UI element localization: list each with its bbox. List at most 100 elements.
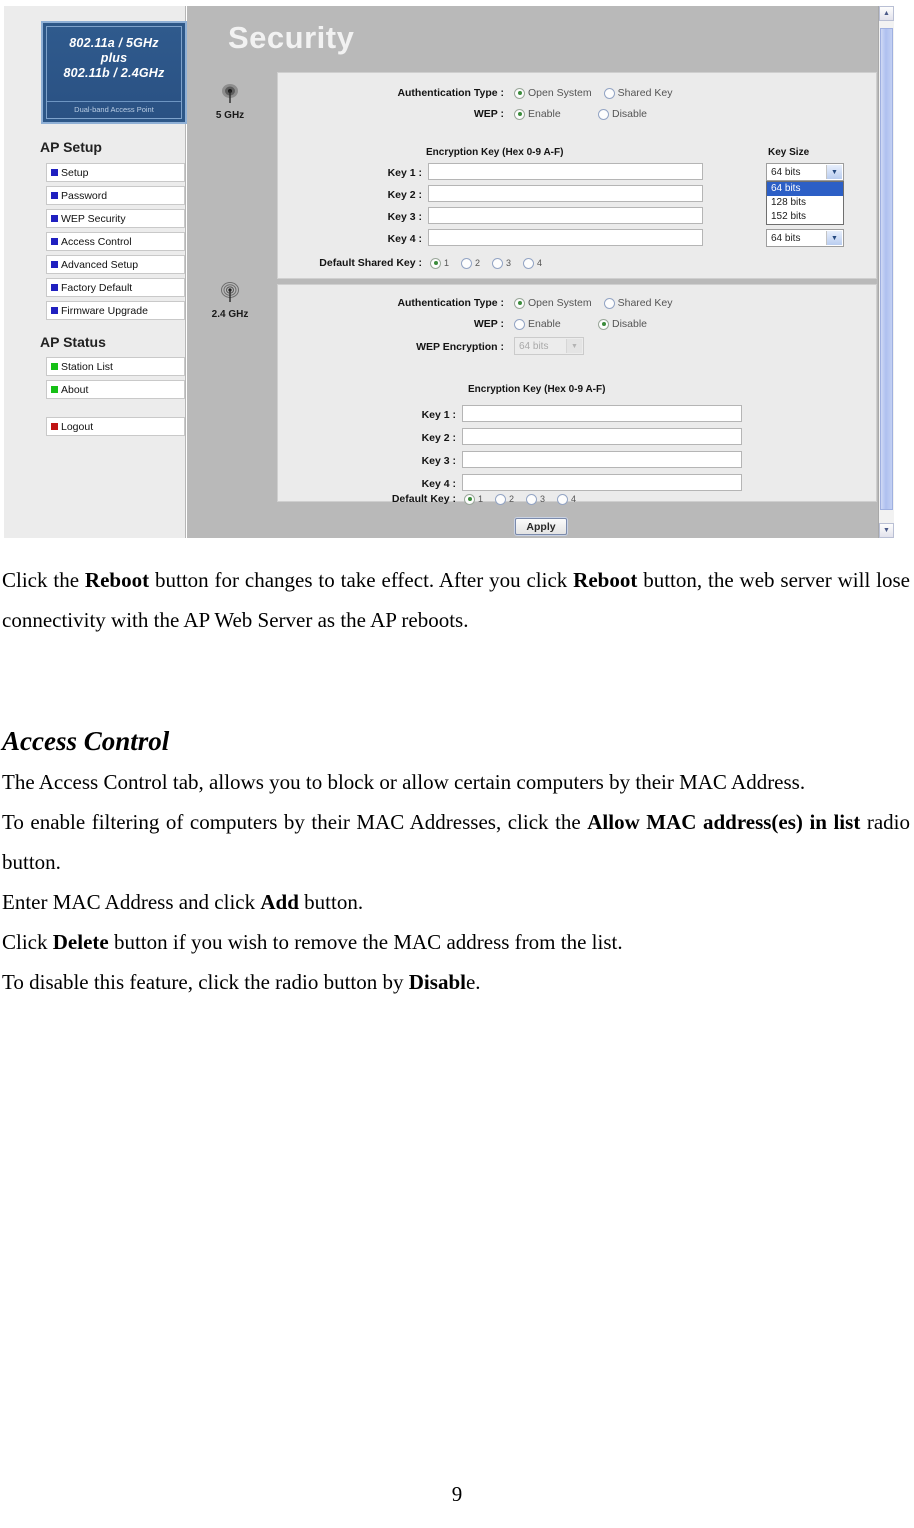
- key-size-dropdown-open-5ghz[interactable]: 64 bits 128 bits 152 bits: [766, 181, 844, 225]
- page-title: Security: [228, 20, 355, 55]
- radio-default-key-2-5ghz[interactable]: 2: [461, 257, 492, 269]
- key1-input-5ghz[interactable]: [428, 163, 703, 180]
- scrollbar-thumb[interactable]: [880, 28, 893, 510]
- key2-input-24ghz[interactable]: [462, 428, 742, 445]
- radio-default-key-1-24ghz[interactable]: 1: [464, 493, 495, 505]
- vertical-scrollbar[interactable]: ▲ ▼: [878, 6, 894, 538]
- scroll-down-icon[interactable]: ▼: [879, 523, 894, 538]
- default-shared-key-label: Default Shared Key :: [319, 257, 422, 269]
- text-run: To enable filtering of computers by thei…: [2, 810, 588, 834]
- wep-label: WEP :: [473, 318, 504, 330]
- band-label: 2.4 GHz: [211, 309, 249, 320]
- key2-label-24ghz: Key 2 :: [421, 432, 456, 444]
- dropdown-option-128bits[interactable]: 128 bits: [767, 196, 843, 210]
- key3-input-5ghz[interactable]: [428, 207, 703, 224]
- key-size-header-5ghz: Key Size: [768, 147, 810, 158]
- sidebar-item-logout[interactable]: Logout: [46, 417, 185, 436]
- key1-size-select-5ghz[interactable]: 64 bits ▼: [766, 163, 844, 181]
- text-run: To disable this feature, click the radio…: [2, 970, 409, 994]
- sidebar-item-wep-security[interactable]: WEP Security: [46, 209, 185, 228]
- sidebar-section-ap-status-title: AP Status: [40, 334, 106, 350]
- sidebar-item-label: Setup: [61, 166, 89, 179]
- radio-default-key-2-24ghz[interactable]: 2: [495, 493, 526, 505]
- wep-encryption-select-24ghz[interactable]: 64 bits ▼: [514, 337, 584, 355]
- text-run: Click: [2, 930, 53, 954]
- sidebar-item-password[interactable]: Password: [46, 186, 185, 205]
- key1-label-24ghz: Key 1 :: [421, 409, 456, 421]
- radio-default-key-4-24ghz[interactable]: 4: [557, 493, 588, 505]
- auth-type-label: Authentication Type :: [397, 297, 504, 309]
- radio-wep-disable-24ghz[interactable]: Disable: [598, 318, 647, 330]
- chevron-down-icon: ▼: [566, 339, 582, 353]
- product-logo: 802.11a / 5GHz plus 802.11b / 2.4GHz Dua…: [41, 21, 187, 124]
- text-run: e.: [465, 970, 481, 994]
- sidebar-item-advanced-setup[interactable]: Advanced Setup: [46, 255, 185, 274]
- radio-default-key-4-5ghz[interactable]: 4: [523, 257, 554, 269]
- sidebar-item-firmware-upgrade[interactable]: Firmware Upgrade: [46, 301, 185, 320]
- radio-wep-enable-24ghz[interactable]: Enable: [514, 318, 598, 330]
- sidebar-item-about[interactable]: About: [46, 380, 185, 399]
- radio-shared-key-24ghz[interactable]: Shared Key: [603, 297, 673, 309]
- row-default-shared-key-5ghz: Default Shared Key : 1 2 3 4: [278, 257, 858, 269]
- sidebar-item-label: Password: [61, 189, 108, 202]
- bullet-icon: [51, 386, 58, 393]
- radio-label: 3: [506, 258, 512, 268]
- radio-open-system-5ghz[interactable]: Open System: [514, 87, 592, 99]
- apply-button[interactable]: Apply: [515, 518, 567, 535]
- dropdown-option-64bits[interactable]: 64 bits: [767, 182, 843, 196]
- antenna-icon: [217, 82, 243, 108]
- key4-size-select-5ghz[interactable]: 64 bits ▼: [766, 229, 844, 247]
- scroll-up-icon[interactable]: ▲: [879, 6, 894, 21]
- sidebar: 802.11a / 5GHz plus 802.11b / 2.4GHz Dua…: [4, 6, 187, 538]
- page-number: 9: [451, 1482, 463, 1506]
- radio-shared-key-5ghz[interactable]: Shared Key: [603, 87, 673, 99]
- sidebar-item-station-list[interactable]: Station List: [46, 357, 185, 376]
- sidebar-item-factory-default[interactable]: Factory Default: [46, 278, 185, 297]
- radio-dot: [430, 257, 441, 269]
- key2-label-5ghz: Key 2 :: [387, 189, 422, 201]
- row-default-key-24ghz: Default Key : 1 2 3 4: [278, 493, 858, 505]
- key4-label-5ghz: Key 4 :: [387, 233, 422, 245]
- radio-label: Open System: [528, 87, 592, 99]
- sidebar-item-access-control[interactable]: Access Control: [46, 232, 185, 251]
- key4-input-24ghz[interactable]: [462, 474, 742, 491]
- radio-label: 4: [571, 494, 577, 504]
- router-admin-screenshot: 802.11a / 5GHz plus 802.11b / 2.4GHz Dua…: [4, 6, 910, 538]
- radio-dot: [492, 257, 503, 269]
- paragraph-disable: To disable this feature, click the radio…: [0, 962, 914, 1002]
- radio-label: 1: [444, 258, 450, 268]
- radio-dot: [514, 318, 525, 330]
- key3-input-24ghz[interactable]: [462, 451, 742, 468]
- row-auth-type-24ghz: Authentication Type : Open System Shared…: [278, 297, 858, 309]
- select-value: 64 bits: [771, 232, 801, 244]
- bold-allow-mac: Allow MAC address(es) in list: [587, 810, 861, 834]
- radio-dot: [557, 493, 568, 505]
- document-body: Click the Reboot button for changes to t…: [0, 560, 914, 1002]
- radio-open-system-24ghz[interactable]: Open System: [514, 297, 592, 309]
- radio-wep-disable-5ghz[interactable]: Disable: [598, 108, 647, 120]
- key1-input-24ghz[interactable]: [462, 405, 742, 422]
- radio-label: Shared Key: [617, 87, 673, 99]
- text-run: button if you wish to remove the MAC add…: [108, 930, 623, 954]
- radio-label: 2: [509, 494, 515, 504]
- text-run: Enter MAC Address and click: [2, 890, 261, 914]
- logo-line-1: 802.11a / 5GHz: [69, 36, 159, 50]
- paragraph-delete: Click Delete button if you wish to remov…: [0, 922, 914, 962]
- radio-dot: [495, 493, 506, 505]
- sidebar-item-setup[interactable]: Setup: [46, 163, 185, 182]
- logo-line-2: plus: [100, 51, 128, 65]
- content-pane: Security 5 GHz Authentication Type : Ope…: [187, 6, 894, 538]
- radio-default-key-1-5ghz[interactable]: 1: [430, 257, 461, 269]
- band-marker-5ghz: 5 GHz: [202, 82, 258, 121]
- radio-wep-enable-5ghz[interactable]: Enable: [514, 108, 598, 120]
- key2-input-5ghz[interactable]: [428, 185, 703, 202]
- bold-disable: Disabl: [408, 970, 466, 994]
- dropdown-option-152bits[interactable]: 152 bits: [767, 210, 843, 224]
- radio-default-key-3-5ghz[interactable]: 3: [492, 257, 523, 269]
- radio-default-key-3-24ghz[interactable]: 3: [526, 493, 557, 505]
- key4-input-5ghz[interactable]: [428, 229, 703, 246]
- paragraph-add: Enter MAC Address and click Add button.: [0, 882, 914, 922]
- radio-dot: [514, 108, 525, 120]
